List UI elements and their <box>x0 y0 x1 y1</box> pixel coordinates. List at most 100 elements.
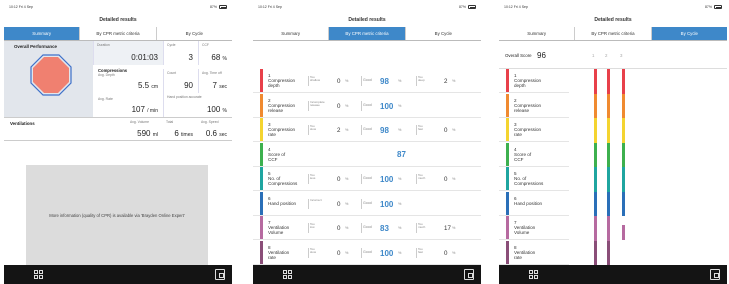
bad-low-label: Too slow <box>310 246 317 254</box>
cycle-label: Cycle <box>167 43 176 47</box>
bad-low-unit: % <box>345 177 349 181</box>
bad-high-value: 0 <box>444 249 448 257</box>
avg-speed-value: 0.6 <box>205 129 217 138</box>
tab-summary[interactable]: Summary <box>253 27 328 40</box>
export-icon[interactable] <box>710 269 720 280</box>
metric-bad-high: Too deep 2% <box>418 69 463 92</box>
metric-name: 2 Compression release <box>514 97 542 113</box>
count-label: Count <box>167 71 177 75</box>
grid-menu-icon[interactable] <box>34 270 43 279</box>
hand-position-cell: Hand position accurate 100 % <box>163 93 232 117</box>
export-icon[interactable] <box>464 269 474 280</box>
bad-high-unit: % <box>452 128 456 132</box>
bad-low-unit: % <box>345 226 349 230</box>
avg-depth-value-wrap: 5.5 cm <box>138 81 158 90</box>
metric-name: 3 Compression rate <box>514 122 542 138</box>
status-bar: 10:12 Fri 4 Sep 87% <box>499 0 727 14</box>
metric-color-bar <box>506 240 509 264</box>
metric-bad-low: Too less 0% <box>310 167 350 190</box>
cycle-metric-row: 3 Compression rate <box>499 118 569 142</box>
bad-low-label: Incorrect <box>310 197 322 202</box>
cycle-3-bar <box>622 225 625 240</box>
metric-good: Good 98% <box>363 118 413 141</box>
tab-by-cycle[interactable]: By Cycle <box>650 27 727 40</box>
total-value: 6 <box>174 129 179 138</box>
time-off-cell: Avg. Time off 7 sec <box>198 69 232 93</box>
bad-low-unit: % <box>345 128 349 132</box>
overall-performance-panel: Overall Performance <box>4 41 93 117</box>
metric-color-bar <box>506 191 509 215</box>
overall-score-area: Overall Score 96 1 2 3 <box>499 41 727 69</box>
cycle-1[interactable]: 1 <box>592 53 594 58</box>
tab-cpr-metric[interactable]: By CPR metric criteria <box>328 27 405 40</box>
summary-content: Overall Performance Duration 0:01:03 Cyc… <box>4 41 232 265</box>
metric-color-bar <box>506 142 509 166</box>
avg-depth-value: 5.5 <box>137 81 150 90</box>
metric-good: Good 100% <box>363 241 413 264</box>
cycle-2-bar <box>607 240 610 265</box>
tab-by-cycle[interactable]: By Cycle <box>155 27 232 40</box>
battery-percent: 87% <box>704 5 712 9</box>
bad-low-label: Too shallow <box>310 75 321 83</box>
avg-rate-value: 107 <box>131 105 145 114</box>
total-unit: times <box>181 132 193 138</box>
metric-name: 8 Ventilation rate <box>268 244 290 260</box>
good-unit: % <box>398 128 402 132</box>
metric-name: 4 Score of CCF <box>268 146 286 162</box>
grid-menu-icon[interactable] <box>283 270 292 279</box>
tab-bar: Summary By CPR metric criteria By Cycle <box>253 27 481 41</box>
metric-row: 2 Compression release Incomplete release 0… <box>253 93 481 118</box>
bad-high-value: 17 <box>444 225 451 232</box>
metric-color-bar <box>506 216 509 239</box>
metric-bad-low: Too shallow 0% <box>310 69 350 92</box>
metric-color-bar <box>260 191 263 215</box>
avg-rate-unit: / min <box>147 108 158 114</box>
bad-high-label: Too fast <box>418 124 423 132</box>
time-off-value: 7 <box>212 81 217 90</box>
bad-low-label: Incomplete release <box>310 99 325 107</box>
metric-name: 5 No. of Compressions <box>514 171 544 187</box>
good-value: 100 <box>380 175 394 184</box>
cycle-3[interactable]: 3 <box>620 53 622 58</box>
metric-good: Good 100% <box>363 167 413 190</box>
good-value: 100 <box>380 101 394 111</box>
bad-high-label: Too deep <box>418 75 425 83</box>
cycle-2[interactable]: 2 <box>605 53 607 58</box>
bad-low-value: 2 <box>337 127 341 134</box>
good-value: 100 <box>380 199 394 209</box>
tab-by-cycle[interactable]: By Cycle <box>404 27 481 40</box>
tab-cpr-metric[interactable]: By CPR metric criteria <box>79 27 155 40</box>
battery-icon <box>219 5 227 9</box>
metric-row: 5 No. of Compressions Too less 0% Good 100% T… <box>253 167 481 191</box>
metric-good: Good 83% <box>363 216 413 239</box>
good-unit: % <box>398 226 402 230</box>
avg-volume-value: 590 <box>137 129 151 138</box>
duration-value: 0:01:03 <box>131 53 158 62</box>
avg-speed-unit: sec <box>219 132 227 138</box>
export-icon[interactable] <box>215 269 225 280</box>
bad-high-unit: % <box>452 177 456 181</box>
tab-cpr-metric[interactable]: By CPR metric criteria <box>574 27 650 40</box>
cycle-3-bar <box>622 191 625 216</box>
cycle-value: 3 <box>188 53 193 62</box>
cycle-2-bar <box>607 142 610 167</box>
duration-cell: Duration 0:01:03 <box>93 41 163 65</box>
tab-summary[interactable]: Summary <box>499 27 574 40</box>
cycle-2-bar <box>607 216 610 241</box>
metric-color-bar <box>260 240 263 264</box>
avg-depth-cell: Avg. Depth 5.5 cm <box>93 69 163 93</box>
metric-name: 6 Hand position <box>514 195 543 206</box>
duration-label: Duration <box>97 43 110 47</box>
good-value: 98 <box>380 126 389 135</box>
hand-position-label: Hand position accurate <box>167 95 202 99</box>
tab-summary[interactable]: Summary <box>4 27 80 40</box>
cycle-metric-row: 6 Hand position <box>499 191 569 216</box>
hand-position-unit: % <box>222 108 227 114</box>
metric-color-bar <box>506 167 509 190</box>
good-label: Good <box>363 102 372 107</box>
metric-color-bar <box>260 216 263 239</box>
count-value: 90 <box>184 81 193 90</box>
metric-name: 7 Ventilation Volume <box>268 220 290 236</box>
cycle-metric-row: 8 Ventilation rate <box>499 240 569 265</box>
grid-menu-icon[interactable] <box>529 270 538 279</box>
